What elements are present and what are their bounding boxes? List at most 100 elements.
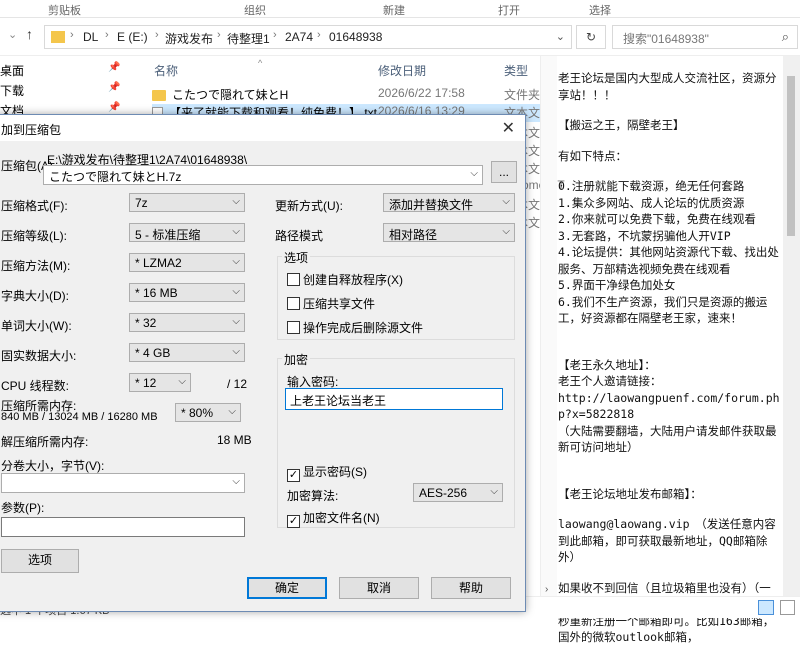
- sfx-label: 创建自释放程序(X): [303, 273, 403, 287]
- delete-source-label: 操作完成后删除源文件: [303, 321, 424, 335]
- shared-files-checkbox[interactable]: 压缩共享文件: [287, 295, 375, 312]
- ok-button[interactable]: 确定: [247, 577, 327, 599]
- refresh-button[interactable]: ↻: [576, 25, 606, 49]
- options-group-title: 选项: [282, 249, 311, 266]
- chevron-down-icon[interactable]: ⌄: [8, 28, 17, 41]
- preview-paragraph: 有如下特点：: [558, 148, 627, 163]
- show-password-checkbox[interactable]: ✓ 显示密码(S): [287, 463, 367, 482]
- dict-label: 字典大小(D):: [1, 289, 69, 303]
- show-password-label: 显示密码(S): [303, 465, 367, 479]
- breadcrumb-pending-1[interactable]: 待整理1: [227, 30, 270, 47]
- checkbox-box: [287, 321, 300, 334]
- mem-percent-select[interactable]: * 80% ⌵: [175, 403, 241, 422]
- ribbon-group-new: 新建: [383, 5, 405, 17]
- level-label: 压缩等级(L):: [1, 229, 68, 243]
- options-button[interactable]: 选项: [1, 549, 79, 573]
- breadcrumb-separator-icon: ›: [273, 29, 277, 41]
- chevron-down-icon: ⌵: [232, 226, 240, 237]
- params-label: 参数(P):: [1, 501, 45, 515]
- file-row-folder[interactable]: こたつで隠れて妹とH 2026/6/22 17:58: [152, 86, 552, 104]
- navigation-bar: ⌄ ↑ › DL › E (E:) › 游戏发布 › 待整理1 › 2A74 ›…: [0, 18, 800, 56]
- preview-paragraph: 【搬运之王，隔壁老王】: [558, 118, 685, 132]
- nav-item-desktop[interactable]: 桌面: [0, 62, 24, 79]
- arrow-right-icon[interactable]: ›: [545, 584, 548, 595]
- close-icon[interactable]: ✕: [502, 118, 515, 138]
- breadcrumb-01648938[interactable]: 01648938: [329, 30, 382, 44]
- checkbox-box: [287, 297, 300, 310]
- ribbon-group-open: 打开: [498, 5, 520, 17]
- archive-name-value: こたつで隠れて妹とH.7z: [49, 170, 182, 184]
- column-header-modified[interactable]: 修改日期: [378, 62, 426, 79]
- breadcrumb-separator-icon: ›: [105, 29, 109, 41]
- browse-button[interactable]: ...: [491, 161, 517, 183]
- chevron-down-icon: ⌵: [178, 376, 186, 387]
- word-label: 单词大小(W):: [1, 319, 72, 333]
- level-select[interactable]: 5 - 标准压缩 ⌵: [129, 223, 245, 242]
- up-arrow-icon[interactable]: ↑: [26, 26, 33, 42]
- breadcrumb-separator-icon: ›: [155, 29, 159, 41]
- file-list-scrollbar[interactable]: ›: [540, 56, 557, 596]
- update-select[interactable]: 添加并替换文件 ⌵: [383, 193, 515, 212]
- chevron-down-icon: ⌵: [232, 196, 240, 207]
- preview-paragraph: 0.注册就能下载资源，绝无任何套路 1.集众多网站、成人论坛的优质资源 2.你来…: [558, 179, 779, 325]
- column-header-type[interactable]: 类型: [504, 62, 528, 79]
- cancel-button[interactable]: 取消: [339, 577, 419, 599]
- chevron-down-icon[interactable]: ⌄: [556, 30, 565, 43]
- chevron-down-icon: ⌵: [470, 168, 478, 179]
- volume-label: 分卷大小，字节(V):: [1, 459, 105, 473]
- checkbox-box: [287, 273, 300, 286]
- path-mode-select[interactable]: 相对路径 ⌵: [383, 223, 515, 242]
- preview-paragraph: 【老王永久地址】： 老王个人邀请链接： http://laowangpuenf.…: [558, 357, 780, 455]
- breadcrumb-dl[interactable]: DL: [83, 30, 98, 44]
- delete-source-checkbox[interactable]: 操作完成后删除源文件: [287, 319, 423, 336]
- search-box[interactable]: 搜索"01648938" ⌕: [612, 25, 798, 49]
- chevron-down-icon: ⌵: [490, 486, 498, 497]
- path-mode-label: 路径模式: [275, 229, 324, 243]
- address-bar[interactable]: › DL › E (E:) › 游戏发布 › 待整理1 › 2A74 › 016…: [44, 25, 572, 49]
- preview-scrollbar[interactable]: [783, 56, 800, 596]
- large-icons-view-icon[interactable]: [780, 600, 795, 615]
- search-icon: ⌕: [781, 29, 789, 44]
- search-placeholder: 搜索"01648938": [623, 32, 709, 46]
- breadcrumb-2a74[interactable]: 2A74: [285, 30, 313, 44]
- params-input[interactable]: [1, 517, 245, 537]
- solid-select[interactable]: * 4 GB ⌵: [129, 343, 245, 362]
- file-type: 文件夹: [504, 88, 541, 102]
- pin-icon: 📌: [108, 82, 121, 93]
- format-select[interactable]: 7z ⌵: [129, 193, 245, 212]
- details-view-icon[interactable]: [758, 600, 774, 615]
- decomp-label: 解压缩所需内存:: [1, 435, 89, 449]
- method-select[interactable]: * LZMA2 ⌵: [129, 253, 245, 272]
- nav-item-downloads[interactable]: 下载: [0, 82, 24, 99]
- password-input[interactable]: 上老王论坛当老王: [285, 388, 503, 410]
- scrollbar-thumb[interactable]: [787, 76, 795, 236]
- decomp-value: 18 MB: [217, 433, 252, 447]
- sfx-checkbox[interactable]: 创建自释放程序(X): [287, 271, 403, 288]
- column-header-name[interactable]: 名称: [154, 62, 178, 79]
- ribbon-group-clipboard: 剪贴板: [48, 5, 81, 17]
- encrypt-names-checkbox[interactable]: ✓ 加密文件名(N): [287, 509, 380, 528]
- breadcrumb-drive-e[interactable]: E (E:): [117, 30, 148, 44]
- cpu-select[interactable]: * 12 ⌵: [129, 373, 191, 392]
- enc-method-value: AES-256: [419, 486, 468, 500]
- dict-select[interactable]: * 16 MB ⌵: [129, 283, 245, 302]
- ribbon-group-organize: 组织: [244, 5, 266, 17]
- help-button[interactable]: 帮助: [431, 577, 511, 599]
- breadcrumb-game-release[interactable]: 游戏发布: [165, 30, 213, 47]
- volume-combo[interactable]: ⌵: [1, 473, 245, 493]
- archive-name-combo[interactable]: こたつで隠れて妹とH.7z ⌵: [43, 165, 483, 185]
- solid-value: * 4 GB: [135, 346, 171, 360]
- word-select[interactable]: * 32 ⌵: [129, 313, 245, 332]
- cpu-label: CPU 线程数:: [1, 379, 70, 393]
- encryption-group-title: 加密: [282, 351, 311, 368]
- encrypt-names-label: 加密文件名(N): [303, 511, 380, 525]
- chevron-down-icon: ⌵: [232, 476, 240, 487]
- level-value: 5 - 标准压缩: [135, 228, 201, 242]
- add-to-archive-dialog: 加到压缩包 ✕ 压缩包(A) E:\游戏发布\待整理1\2A74\0164893…: [0, 114, 526, 612]
- method-label: 压缩方法(M):: [1, 259, 71, 273]
- enc-method-select[interactable]: AES-256 ⌵: [413, 483, 503, 502]
- shared-files-label: 压缩共享文件: [303, 297, 376, 311]
- preview-paragraph: 【老王论坛地址发布邮箱】：: [558, 486, 702, 501]
- cpu-max: / 12: [227, 377, 248, 391]
- preview-paragraph: 老王论坛是国内大型成人交流社区，资源分享站！！！: [558, 71, 777, 102]
